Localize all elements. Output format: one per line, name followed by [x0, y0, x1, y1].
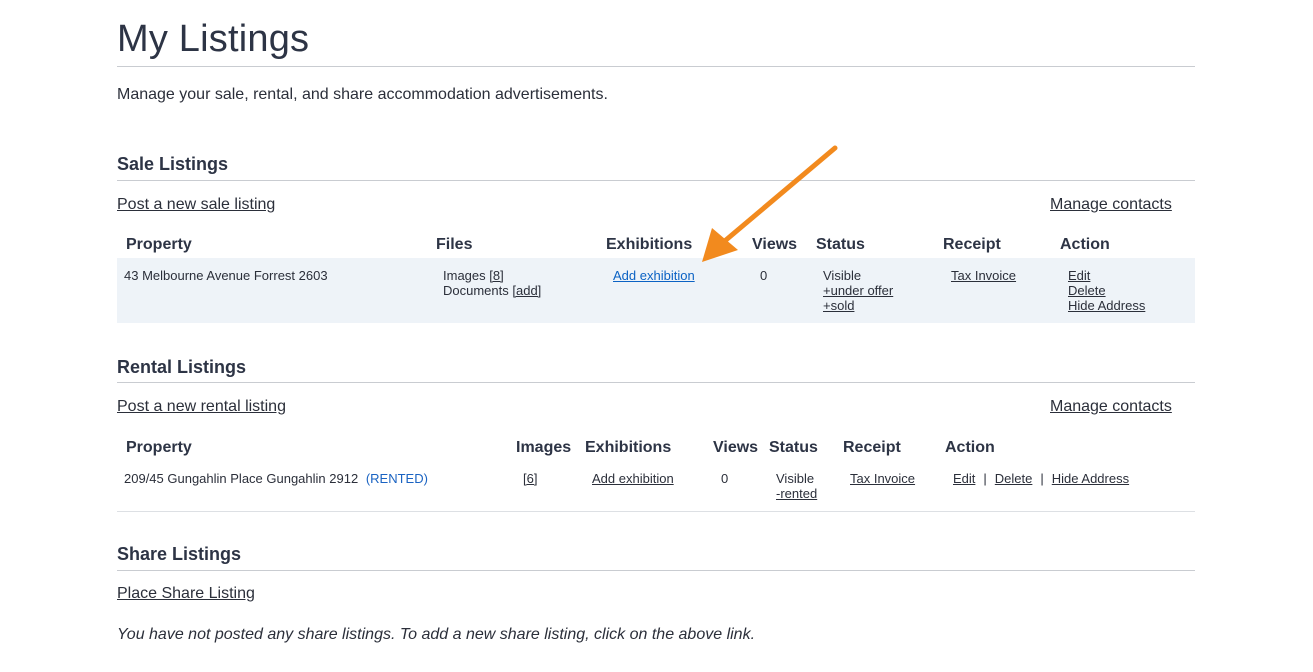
sale-divider: [117, 180, 1195, 181]
post-rental-listing-link[interactable]: Post a new rental listing: [117, 398, 286, 416]
rental-heading: Rental Listings: [117, 357, 247, 377]
rental-col-receipt: Receipt: [843, 439, 901, 456]
rental-tax-invoice-link[interactable]: Tax Invoice: [850, 471, 915, 486]
rental-divider: [117, 382, 1195, 383]
action-separator: |: [983, 471, 987, 486]
sale-col-property: Property: [126, 236, 192, 253]
status-sold-link[interactable]: +sold: [823, 298, 854, 313]
rental-row-status: Visible -rented: [776, 471, 817, 501]
status-under-offer-link[interactable]: +under offer: [823, 283, 893, 298]
images-count-link[interactable]: [8]: [489, 268, 503, 283]
images-label: Images: [443, 268, 486, 283]
action-separator: |: [1040, 471, 1044, 486]
title-divider: [117, 66, 1195, 67]
rental-row-property: 209/45 Gungahlin Place Gungahlin 2912 (R…: [124, 471, 428, 486]
rental-edit-link[interactable]: Edit: [953, 471, 975, 486]
page-intro: Manage your sale, rental, and share acco…: [117, 86, 608, 103]
sale-add-exhibition-link[interactable]: Add exhibition: [613, 268, 695, 283]
annotation-arrow-icon: [702, 145, 838, 262]
rental-property-address: 209/45 Gungahlin Place Gungahlin 2912: [124, 471, 359, 486]
sale-manage-contacts-link[interactable]: Manage contacts: [1050, 196, 1172, 214]
sale-col-exhibitions: Exhibitions: [606, 236, 693, 253]
rental-manage-contacts-link[interactable]: Manage contacts: [1050, 398, 1172, 416]
sale-delete-link[interactable]: Delete: [1068, 283, 1106, 298]
rental-hide-address-link[interactable]: Hide Address: [1052, 471, 1129, 486]
sale-tax-invoice-link[interactable]: Tax Invoice: [951, 268, 1016, 283]
sale-edit-link[interactable]: Edit: [1068, 268, 1090, 283]
rental-status-visible: Visible: [776, 471, 815, 486]
rental-row-actions: Edit | Delete | Hide Address: [953, 471, 1129, 486]
rental-delete-link[interactable]: Delete: [995, 471, 1033, 486]
rented-badge: (RENTED): [365, 471, 428, 486]
share-empty-message: You have not posted any share listings. …: [117, 626, 756, 643]
page-title: My Listings: [117, 18, 310, 60]
sale-row-views: 0: [760, 268, 768, 283]
sale-row-actions: Edit Delete Hide Address: [1068, 268, 1145, 313]
sale-col-files: Files: [436, 236, 473, 253]
rental-images-link[interactable]: [6]: [523, 471, 537, 486]
status-visible: Visible: [823, 268, 862, 283]
place-share-listing-link[interactable]: Place Share Listing: [117, 585, 255, 603]
documents-label: Documents: [443, 283, 509, 298]
rental-row-divider: [117, 511, 1195, 512]
rental-col-exhibitions: Exhibitions: [585, 439, 672, 456]
share-divider: [117, 570, 1195, 571]
rental-add-exhibition-link[interactable]: Add exhibition: [592, 471, 674, 486]
rental-col-images: Images: [516, 439, 572, 456]
post-sale-listing-link[interactable]: Post a new sale listing: [117, 196, 275, 214]
rental-col-views: Views: [713, 439, 759, 456]
documents-add-link[interactable]: [add]: [512, 283, 541, 298]
sale-col-action: Action: [1060, 236, 1110, 253]
share-heading: Share Listings: [117, 544, 242, 564]
sale-hide-address-link[interactable]: Hide Address: [1068, 298, 1145, 313]
rental-col-status: Status: [769, 439, 818, 456]
sale-row-files: Images [8] Documents [add]: [443, 268, 541, 298]
rental-col-property: Property: [126, 439, 192, 456]
sale-heading: Sale Listings: [117, 154, 229, 174]
sale-row-property: 43 Melbourne Avenue Forrest 2603: [124, 268, 328, 283]
sale-row-status: Visible +under offer +sold: [823, 268, 893, 313]
rental-col-action: Action: [945, 439, 995, 456]
status-rented-link[interactable]: -rented: [776, 486, 817, 501]
sale-col-receipt: Receipt: [943, 236, 1001, 253]
rental-row-views: 0: [721, 471, 729, 486]
